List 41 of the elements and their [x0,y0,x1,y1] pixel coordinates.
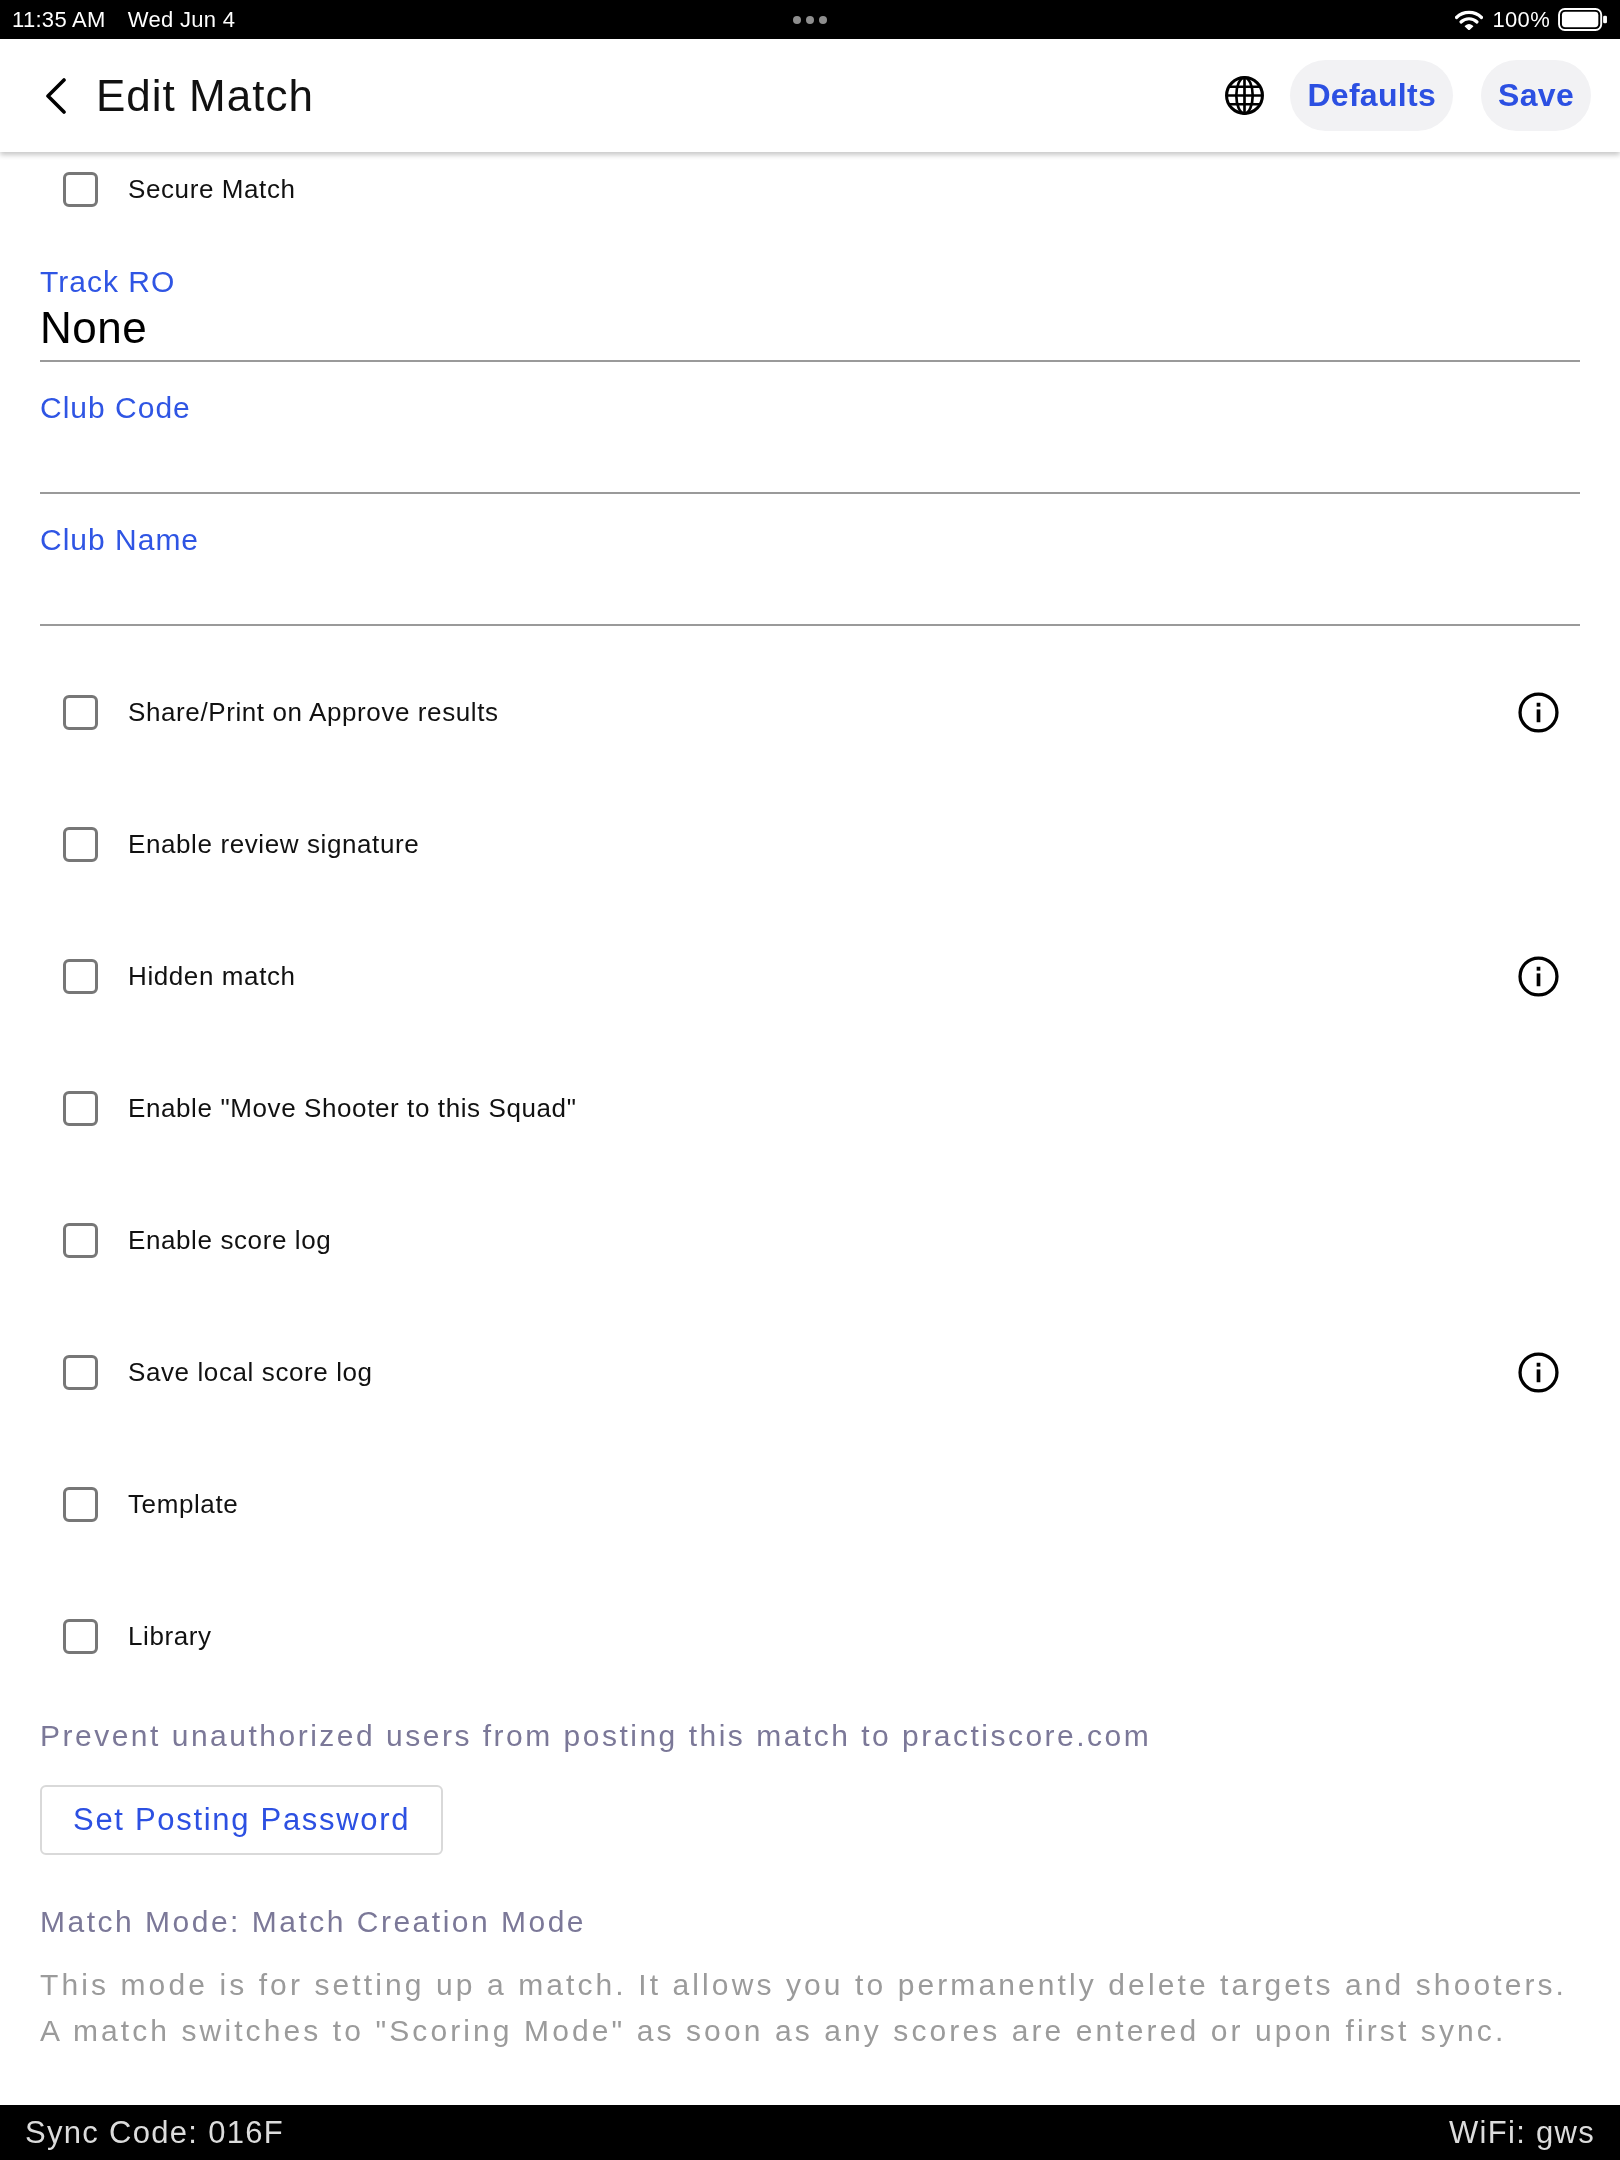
checkbox-label[interactable]: Enable review signature [128,828,420,860]
select-field[interactable]: Track RO None [40,262,1580,362]
info-icon[interactable] [1518,955,1559,997]
checkbox-label[interactable]: Secure Match [128,173,296,205]
checkbox-label[interactable]: Library [128,1620,212,1652]
set-password-button[interactable]: Set Posting Password [40,1785,444,1855]
globe-icon[interactable] [1224,75,1266,116]
status-date: Wed Jun 4 [127,6,236,33]
match-mode-title: Match Mode: Match Creation Mode [40,1904,588,1940]
battery-percent: 100% [1492,6,1550,33]
checkbox-label[interactable]: Enable score log [128,1224,332,1256]
checkbox[interactable] [63,694,98,730]
text-field[interactable]: Club Code [40,388,1580,494]
match-mode-description: This mode is for setting up a match. It allows you to permanently delete targets and shooters. A match switches to "Scoring Mode" as soon as any scores are entered or upon first sync. [40,1967,1569,2049]
checkbox[interactable] [63,171,98,207]
defaults-button[interactable]: Defaults [1290,60,1454,131]
checkbox-label[interactable]: Enable "Move Shooter to this Squad" [128,1092,577,1124]
checkbox[interactable] [63,1222,98,1258]
posting-note: Prevent unauthorized users from posting this match to practiscore.com [40,1718,1153,1754]
wifi-name: WiFi: gws [1448,2114,1595,2151]
battery-icon [1558,8,1608,31]
info-icon[interactable] [1518,1351,1559,1393]
checkbox-label[interactable]: Hidden match [128,960,296,992]
info-icon[interactable] [1518,691,1559,733]
checkbox-label[interactable]: Save local score log [128,1356,373,1388]
save-button[interactable]: Save [1481,60,1591,131]
checkbox[interactable] [63,1486,98,1522]
ellipsis-icon[interactable] [793,15,827,24]
checkbox[interactable] [63,826,98,862]
checkbox[interactable] [63,1354,98,1390]
checkbox-label[interactable]: Template [128,1488,239,1520]
checkbox[interactable] [63,1618,98,1654]
text-field[interactable]: Club Name [40,520,1580,626]
checkbox[interactable] [63,958,98,994]
checkbox-label[interactable]: Share/Print on Approve results [128,696,499,728]
wifi-icon [1454,9,1483,30]
page-title: Edit Match [96,70,314,121]
back-icon[interactable] [45,77,67,114]
status-time: 11:35 AM [12,6,106,33]
sync-code: Sync Code: 016F [25,2114,285,2151]
checkbox[interactable] [63,1090,98,1126]
